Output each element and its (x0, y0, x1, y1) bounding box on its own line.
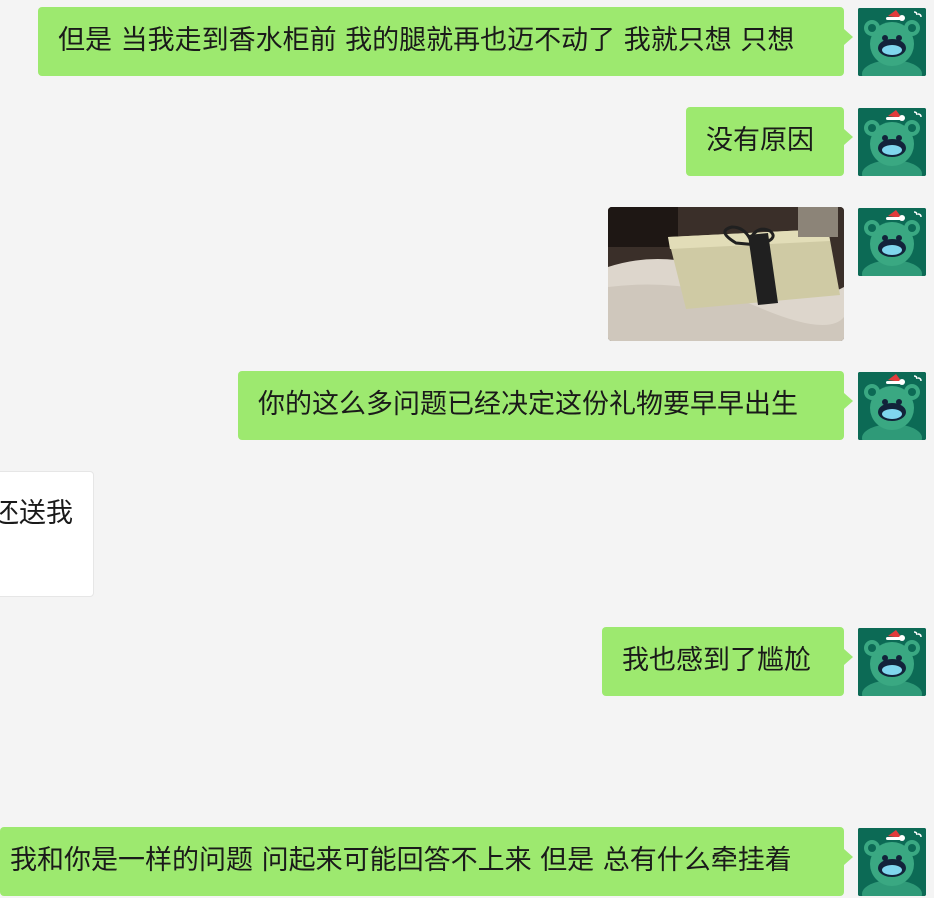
user-avatar[interactable] (858, 372, 926, 440)
message-bubble[interactable]: 你的这么多问题已经决定这份礼物要早早出生 (238, 371, 853, 440)
user-avatar[interactable] (858, 828, 926, 896)
message-bubble[interactable]: 我也感到了尴尬 (602, 627, 853, 696)
green-bear-avatar-icon (858, 628, 926, 696)
message-text: 我也感到了尴尬 (622, 645, 811, 676)
green-bear-avatar-icon (858, 828, 926, 896)
user-avatar[interactable] (858, 628, 926, 696)
user-avatar[interactable] (858, 108, 926, 176)
message-bubble[interactable]: 我和你是一样的问题 问起来可能回答不上来 但是 总有什么牵挂着 (0, 827, 853, 896)
message-text: 还送我 (0, 498, 73, 529)
green-bear-avatar-icon (858, 372, 926, 440)
message-text: 你的这么多问题已经决定这份礼物要早早出生 (258, 389, 798, 420)
message-bubble[interactable]: 没有原因 (686, 107, 853, 176)
green-bear-avatar-icon (858, 108, 926, 176)
message-bubble[interactable]: 但是 当我走到香水柜前 我的腿就再也迈不动了 我就只想 只想 (38, 7, 853, 76)
user-avatar[interactable] (858, 208, 926, 276)
message-text: 没有原因 (706, 125, 814, 156)
image-message[interactable] (608, 207, 844, 341)
message-text: 但是 当我走到香水柜前 我的腿就再也迈不动了 我就只想 只想 (58, 25, 795, 56)
user-avatar[interactable] (858, 8, 926, 76)
chat-history[interactable]: 但是 当我走到香水柜前 我的腿就再也迈不动了 我就只想 只想 没有原因 你的这么… (0, 0, 934, 898)
gift-box-photo-icon (608, 207, 844, 341)
green-bear-avatar-icon (858, 208, 926, 276)
message-bubble-incoming[interactable]: 还送我 (0, 471, 94, 597)
green-bear-avatar-icon (858, 8, 926, 76)
message-text: 我和你是一样的问题 问起来可能回答不上来 但是 总有什么牵挂着 (10, 845, 792, 876)
